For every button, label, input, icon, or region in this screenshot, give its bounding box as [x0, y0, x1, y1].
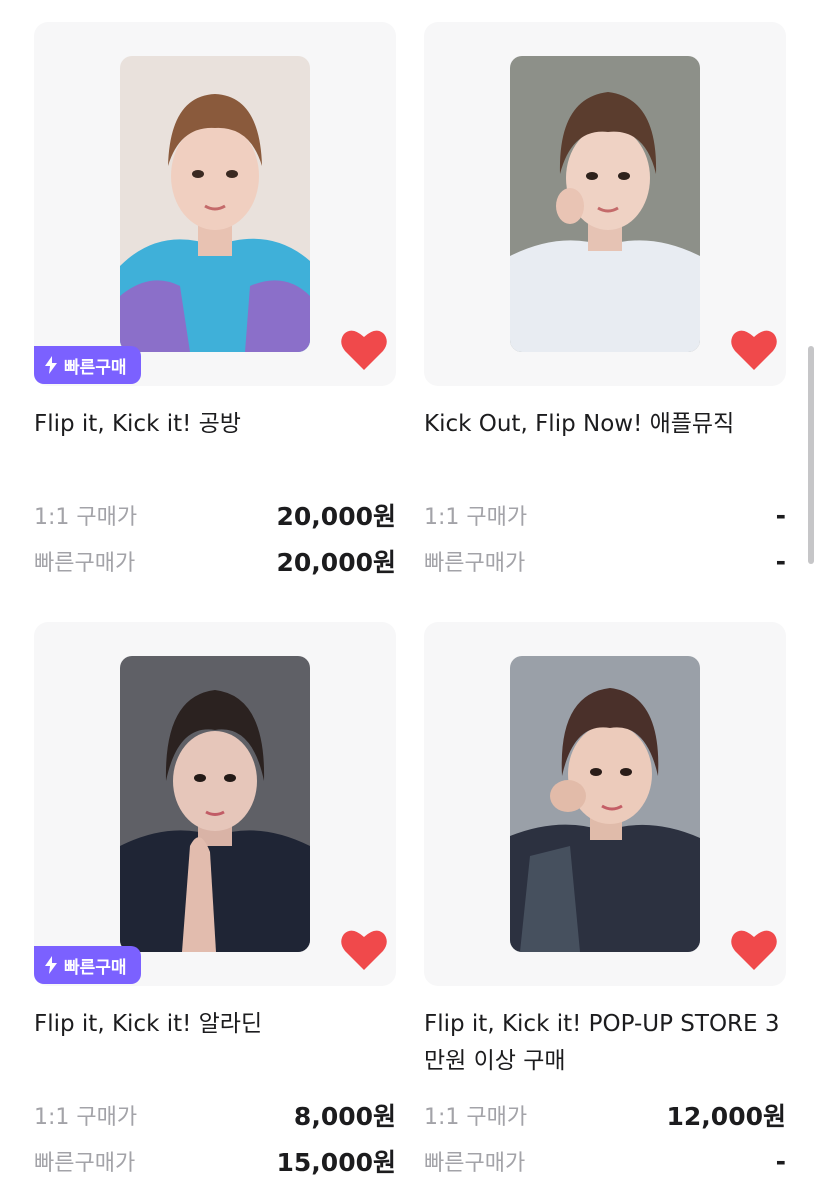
price-value: 15,000원	[276, 1148, 396, 1177]
fast-buy-badge: 빠른구매	[34, 946, 141, 984]
product-card[interactable]: 빠른구매 Flip it, Kick it! 알라딘 1:1 구매가 8,000…	[34, 622, 396, 1184]
price-row: 1:1 구매가 20,000원	[34, 492, 396, 538]
price-value: -	[775, 1146, 786, 1176]
price-value: 20,000원	[276, 502, 396, 531]
product-title[interactable]: Flip it, Kick it! 공방	[34, 406, 396, 480]
product-title[interactable]: Kick Out, Flip Now! 애플뮤직	[424, 406, 786, 480]
product-card[interactable]: Flip it, Kick it! POP-UP STORE 3만원 이상 구매…	[424, 622, 786, 1184]
product-thumbnail[interactable]	[424, 22, 786, 386]
photocard-image[interactable]	[510, 56, 700, 352]
price-value: 8,000원	[293, 1102, 396, 1131]
price-label: 빠른구매가	[34, 1151, 136, 1176]
price-label: 빠른구매가	[424, 551, 526, 576]
lightning-icon	[45, 956, 57, 974]
price-label: 빠른구매가	[424, 1151, 526, 1176]
price-row: 빠른구매가 20,000원	[34, 538, 396, 584]
photocard-image[interactable]	[120, 56, 310, 352]
price-row: 1:1 구매가 8,000원	[34, 1092, 396, 1138]
heart-icon[interactable]	[730, 928, 778, 972]
product-title[interactable]: Flip it, Kick it! 알라딘	[34, 1006, 396, 1080]
product-thumbnail[interactable]: 빠른구매	[34, 22, 396, 386]
fast-buy-badge-label: 빠른구매	[64, 957, 127, 978]
product-card[interactable]: Kick Out, Flip Now! 애플뮤직 1:1 구매가 - 빠른구매가…	[424, 22, 786, 584]
price-label: 1:1 구매가	[424, 505, 528, 530]
product-thumbnail[interactable]: 빠른구매	[34, 622, 396, 986]
heart-icon[interactable]	[340, 928, 388, 972]
price-row: 빠른구매가 -	[424, 538, 786, 584]
price-value: -	[775, 500, 786, 530]
price-value: -	[775, 546, 786, 576]
heart-icon[interactable]	[340, 328, 388, 372]
photocard-image[interactable]	[510, 656, 700, 952]
product-thumbnail[interactable]	[424, 622, 786, 986]
scrollbar[interactable]	[808, 346, 814, 564]
price-row: 1:1 구매가 12,000원	[424, 1092, 786, 1138]
product-grid: 빠른구매 Flip it, Kick it! 공방 1:1 구매가 20,000…	[34, 22, 786, 1184]
product-card[interactable]: 빠른구매 Flip it, Kick it! 공방 1:1 구매가 20,000…	[34, 22, 396, 584]
price-row: 빠른구매가 -	[424, 1138, 786, 1184]
fast-buy-badge-label: 빠른구매	[64, 357, 127, 378]
fast-buy-badge: 빠른구매	[34, 346, 141, 384]
price-value: 12,000원	[666, 1102, 786, 1131]
heart-icon[interactable]	[730, 328, 778, 372]
price-label: 빠른구매가	[34, 551, 136, 576]
photocard-image[interactable]	[120, 656, 310, 952]
price-value: 20,000원	[276, 548, 396, 577]
price-label: 1:1 구매가	[34, 1105, 138, 1130]
price-row: 빠른구매가 15,000원	[34, 1138, 396, 1184]
product-title[interactable]: Flip it, Kick it! POP-UP STORE 3만원 이상 구매	[424, 1006, 786, 1080]
lightning-icon	[45, 356, 57, 374]
price-label: 1:1 구매가	[34, 505, 138, 530]
price-row: 1:1 구매가 -	[424, 492, 786, 538]
price-label: 1:1 구매가	[424, 1105, 528, 1130]
